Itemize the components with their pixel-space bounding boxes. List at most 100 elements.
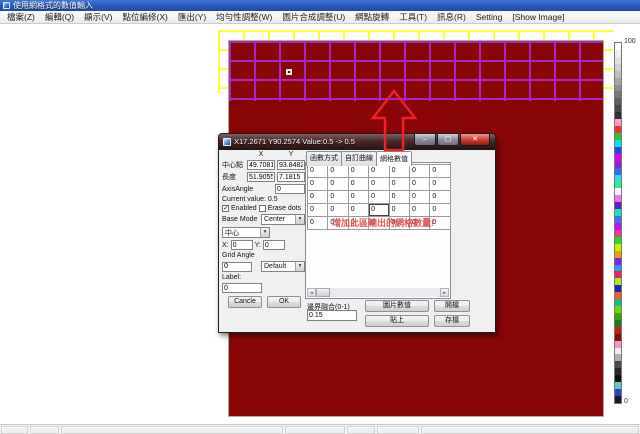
paste-button[interactable]: 貼上: [365, 315, 429, 327]
color-scale-segment: [615, 85, 621, 92]
color-scale-segment: [615, 147, 621, 154]
status-bar-segment: [285, 426, 345, 434]
status-bar-segment: [1, 426, 28, 434]
base-mode-select[interactable]: Center ▼: [261, 214, 305, 225]
base-mode-label: Base Mode: [222, 216, 257, 223]
dialog-body: X Y 中心點 長度 AxisAngle: [219, 150, 495, 332]
dialog-titlebar[interactable]: X17.2671 Y90.2574 Value:0.5 -> 0.5 – ▢ ✕: [219, 134, 495, 150]
status-bar-segment: [377, 426, 419, 434]
axis-angle-field[interactable]: [275, 184, 305, 194]
color-scale-segment: [615, 154, 621, 161]
color-scale-segment: [615, 168, 621, 175]
edge-blend-field[interactable]: [307, 310, 357, 321]
grid-angle-mode-select[interactable]: Default ▼: [261, 261, 305, 272]
close-icon[interactable]: ✕: [460, 134, 490, 146]
color-scale-segment: [615, 299, 621, 306]
menu-item[interactable]: 均勻性調整(W): [211, 11, 277, 23]
grid-value-cell[interactable]: 0: [430, 165, 450, 178]
menu-item[interactable]: 編輯(Q): [40, 11, 79, 23]
grid-value-cell[interactable]: 0: [369, 191, 389, 204]
color-scale-segment: [615, 327, 621, 334]
grid-value-cell[interactable]: 0: [390, 191, 410, 204]
menu-item[interactable]: 顯示(V): [79, 11, 117, 23]
grid-value-cell[interactable]: 0: [430, 178, 450, 191]
menu-item[interactable]: 檔案(Z): [2, 11, 40, 23]
color-scale-segment: [615, 368, 621, 375]
grid-value-cell[interactable]: 0: [349, 178, 369, 191]
enabled-label: Enabled: [231, 205, 257, 212]
grid-value-cell[interactable]: 0: [308, 165, 328, 178]
menu-item[interactable]: Setting: [471, 11, 507, 23]
anchor-select[interactable]: 中心 ▼: [222, 227, 270, 238]
status-bar-segment: [347, 426, 375, 434]
grid-value-cell[interactable]: 0: [410, 191, 430, 204]
axis-angle-label: AxisAngle: [222, 186, 253, 193]
center-x-field[interactable]: [247, 160, 275, 170]
grid-value-cell[interactable]: 0: [308, 178, 328, 191]
maximize-icon[interactable]: ▢: [437, 134, 459, 146]
color-scale-segment: [615, 334, 621, 341]
column-header-x: X: [247, 151, 275, 158]
menu-item[interactable]: 網點旋轉: [350, 11, 394, 23]
center-y-field[interactable]: [277, 160, 305, 170]
cancel-button[interactable]: Cancle: [228, 296, 262, 308]
label-field[interactable]: [222, 283, 262, 293]
scroll-left-icon[interactable]: ◂: [307, 288, 316, 297]
color-scale-segment: [615, 195, 621, 202]
offset-y-field[interactable]: [263, 240, 285, 250]
scrollbar-thumb[interactable]: [316, 288, 330, 297]
grid-value-cell[interactable]: 0: [369, 165, 389, 178]
dialog-left-panel: X Y 中心點 長度 AxisAngle: [222, 151, 305, 308]
grid-value-cell[interactable]: 0: [410, 178, 430, 191]
application-window: 使用網格式的數值輸入 檔案(Z)編輯(Q)顯示(V)點位編修(X)匯出(Y)均勻…: [0, 0, 640, 434]
color-scale-segment: [615, 188, 621, 195]
grid-value-cell[interactable]: 0: [349, 191, 369, 204]
menu-item[interactable]: 點位編修(X): [117, 11, 172, 23]
color-scale-segment: [615, 375, 621, 382]
menu-item[interactable]: 圖片合成調整(U): [277, 11, 350, 23]
image-values-button[interactable]: 圖片數值: [365, 300, 429, 312]
grid-value-cell[interactable]: 0: [410, 165, 430, 178]
grid-value-cell[interactable]: 0: [308, 204, 328, 217]
grid-value-cell[interactable]: 0: [328, 191, 348, 204]
grid-value-cell[interactable]: 0: [308, 191, 328, 204]
window-title: 使用網格式的數值輸入: [13, 1, 93, 10]
grid-angle-field[interactable]: [222, 262, 252, 272]
window-titlebar[interactable]: 使用網格式的數值輸入: [0, 0, 640, 11]
color-scale-segment: [615, 258, 621, 265]
dialog-tab[interactable]: 函數方式: [306, 151, 342, 166]
offset-x-field[interactable]: [231, 240, 253, 250]
grid-value-cell[interactable]: 0: [390, 178, 410, 191]
grid-value-cell[interactable]: 0: [430, 191, 450, 204]
annotation-note-text: 增加此區輸出的網格數量!: [332, 216, 434, 229]
status-bar: [0, 424, 640, 434]
grid-horizontal-scrollbar[interactable]: ◂ ▸: [307, 288, 449, 297]
color-scale-segment: [615, 320, 621, 327]
grid-value-cell[interactable]: 0: [349, 165, 369, 178]
open-file-button[interactable]: 開檔: [434, 300, 470, 312]
enabled-checkbox[interactable]: ✓: [222, 205, 229, 212]
color-scale-segment: [615, 105, 621, 112]
grid-value-cell[interactable]: 0: [328, 178, 348, 191]
menu-item[interactable]: [Show Image]: [507, 11, 569, 23]
menu-item[interactable]: 訊息(R): [432, 11, 471, 23]
color-scale-segment: [615, 133, 621, 140]
menu-item[interactable]: 匯出(Y): [173, 11, 211, 23]
grid-value-cell[interactable]: 0: [390, 165, 410, 178]
selected-point-marker[interactable]: [286, 69, 292, 75]
grid-values-dialog: X17.2671 Y90.2574 Value:0.5 -> 0.5 – ▢ ✕…: [218, 133, 496, 333]
grid-value-cell[interactable]: 0: [308, 217, 328, 230]
grid-value-cell[interactable]: 0: [369, 178, 389, 191]
current-value-label: Current value: 0.5: [222, 196, 278, 203]
dialog-icon: [223, 138, 231, 146]
color-scale-segment: [615, 389, 621, 396]
length-x-field[interactable]: [247, 172, 275, 182]
length-y-field[interactable]: [277, 172, 305, 182]
menu-item[interactable]: 工具(T): [394, 11, 432, 23]
save-file-button[interactable]: 存檔: [434, 315, 470, 327]
grid-value-cell[interactable]: 0: [328, 165, 348, 178]
erase-dots-checkbox[interactable]: [259, 205, 266, 212]
ok-button[interactable]: OK: [267, 296, 301, 308]
color-scale-segment: [615, 306, 621, 313]
scroll-right-icon[interactable]: ▸: [440, 288, 449, 297]
